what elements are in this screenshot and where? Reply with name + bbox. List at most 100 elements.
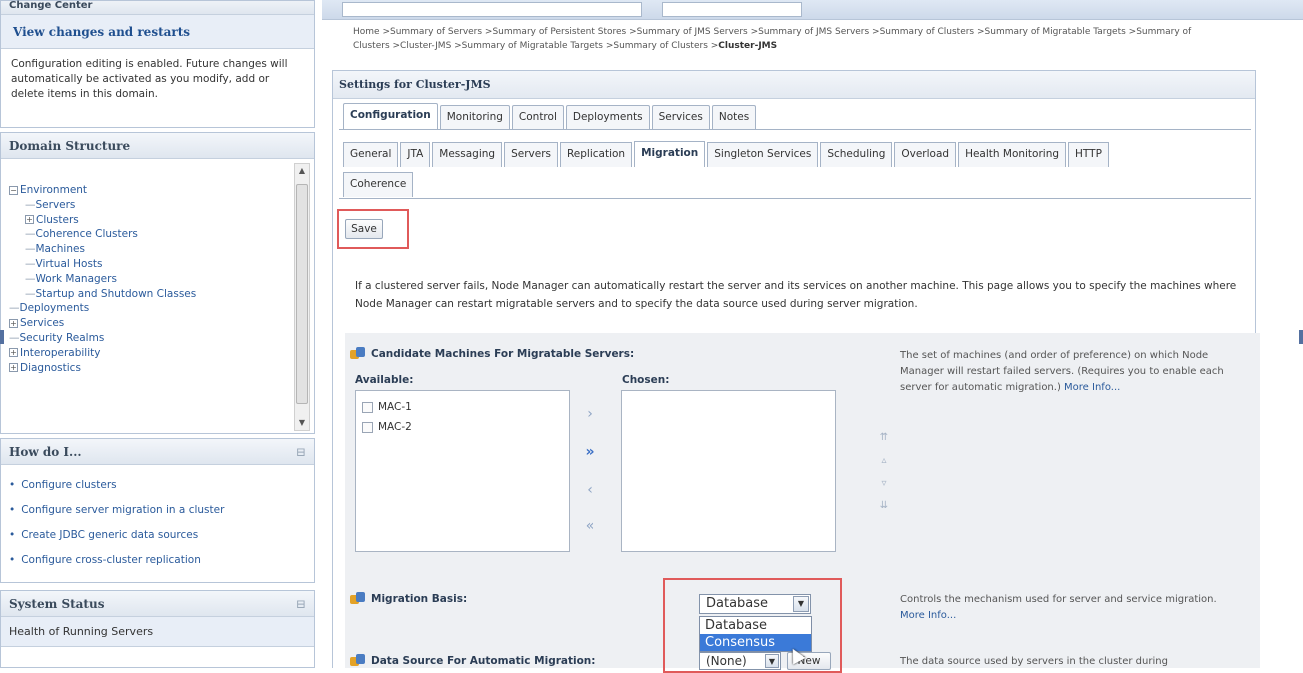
how-do-i-item[interactable]: Create JDBC generic data sources: [9, 523, 314, 548]
subtab-singleton-services[interactable]: Singleton Services: [707, 142, 819, 167]
machine-label: MAC-2: [378, 421, 412, 433]
tab-monitoring[interactable]: Monitoring: [439, 105, 510, 129]
view-changes-link[interactable]: View changes and restarts: [1, 15, 314, 49]
subtab-migration[interactable]: Migration: [634, 141, 706, 167]
breadcrumb-path[interactable]: Clusters >Cluster-JMS >Summary of Migrat…: [353, 41, 718, 51]
tree-scrollbar[interactable]: ▲ ▼: [294, 163, 310, 431]
tree-item[interactable]: + Diagnostics: [9, 361, 287, 376]
move-all-left-icon[interactable]: «: [580, 516, 600, 536]
tree-item-label: Clusters: [36, 213, 79, 226]
page-description: If a clustered server fails, Node Manage…: [355, 280, 1237, 310]
list-item[interactable]: MAC-1: [356, 397, 569, 417]
subtab-general[interactable]: General: [343, 142, 399, 167]
tree-connector: —: [25, 257, 36, 270]
tree-item[interactable]: + Interoperability: [9, 346, 287, 361]
available-label: Available:: [355, 374, 414, 386]
tree-item[interactable]: + Clusters: [9, 213, 287, 228]
expand-node-icon[interactable]: +: [9, 348, 18, 358]
move-bottom-icon[interactable]: ⇊: [878, 500, 890, 511]
how-do-i-item[interactable]: Configure clusters: [9, 473, 314, 498]
move-down-icon[interactable]: ▿: [878, 478, 890, 489]
machine-label: MAC-1: [378, 401, 412, 413]
move-right-icon[interactable]: ›: [580, 404, 600, 424]
how-do-i-title: How do I...: [9, 445, 82, 459]
how-do-i-item[interactable]: Configure cross-cluster replication: [9, 548, 314, 573]
subtab-http[interactable]: HTTP: [1068, 142, 1109, 167]
sub-tabs: General JTA Messaging Servers Replicatio…: [339, 133, 1245, 199]
collapse-icon[interactable]: ⊟: [296, 439, 306, 465]
tree-item[interactable]: —Servers: [9, 198, 287, 213]
expand-node-icon[interactable]: +: [9, 363, 18, 373]
tree-item[interactable]: —Machines: [9, 242, 287, 257]
tab-services[interactable]: Services: [651, 105, 710, 129]
move-all-right-icon[interactable]: »: [580, 442, 600, 462]
subtab-scheduling[interactable]: Scheduling: [820, 142, 893, 167]
tab-notes[interactable]: Notes: [711, 105, 757, 129]
system-status-header: System Status ⊟: [1, 591, 314, 617]
available-list[interactable]: MAC-1 MAC-2: [355, 390, 570, 552]
tab-deployments[interactable]: Deployments: [565, 105, 650, 129]
subtab-replication[interactable]: Replication: [559, 142, 633, 167]
scroll-down-icon[interactable]: ▼: [295, 416, 309, 430]
move-top-icon[interactable]: ⇈: [878, 432, 890, 443]
migration-basis-label: Migration Basis:: [350, 592, 467, 606]
tree-item[interactable]: − Environment: [9, 183, 287, 198]
subtab-servers[interactable]: Servers: [504, 142, 558, 167]
tree-item[interactable]: —Work Managers: [9, 272, 287, 287]
breadcrumb-line: Clusters >Cluster-JMS >Summary of Migrat…: [353, 39, 1253, 53]
subtab-overload[interactable]: Overload: [894, 142, 957, 167]
chosen-label: Chosen:: [622, 374, 670, 386]
tree-connector: —: [25, 198, 36, 211]
chosen-list[interactable]: [621, 390, 836, 552]
toolbar-field[interactable]: [662, 2, 802, 17]
data-source-label: Data Source For Automatic Migration:: [350, 654, 595, 668]
move-up-icon[interactable]: ▵: [878, 455, 890, 466]
collapse-node-icon[interactable]: −: [9, 185, 18, 195]
subtab-jta[interactable]: JTA: [400, 142, 431, 167]
tab-divider: [339, 129, 1251, 130]
tab-control[interactable]: Control: [511, 105, 564, 129]
tree-item[interactable]: —Coherence Clusters: [9, 227, 287, 242]
field-help-icon[interactable]: [350, 347, 366, 361]
change-center-note: Configuration editing is enabled. Future…: [11, 58, 288, 100]
tree-item[interactable]: —Virtual Hosts: [9, 257, 287, 272]
left-edge-marker: [0, 330, 4, 344]
data-source-select[interactable]: (None) ▼: [699, 652, 781, 670]
how-do-i-item[interactable]: Configure server migration in a cluster: [9, 498, 314, 523]
expand-node-icon[interactable]: +: [9, 318, 18, 328]
scroll-thumb[interactable]: [296, 184, 308, 404]
checkbox[interactable]: [362, 421, 373, 433]
candidate-machines-help: The set of machines (and order of prefer…: [900, 348, 1250, 396]
right-edge-marker: [1299, 330, 1303, 344]
subtab-health-monitoring[interactable]: Health Monitoring: [958, 142, 1067, 167]
scroll-up-icon[interactable]: ▲: [295, 164, 309, 178]
field-help-icon[interactable]: [350, 592, 366, 606]
chevron-down-icon[interactable]: ▼: [765, 654, 779, 668]
collapse-icon[interactable]: ⊟: [296, 591, 306, 617]
tree-connector: —: [25, 272, 36, 285]
tree-item[interactable]: + Services: [9, 316, 287, 331]
save-button[interactable]: Save: [345, 219, 383, 239]
tree-item-label: Deployments: [19, 302, 90, 315]
how-do-i-panel: How do I... ⊟ Configure clusters Configu…: [0, 438, 315, 583]
breadcrumb-line[interactable]: Home >Summary of Servers >Summary of Per…: [353, 25, 1253, 39]
domain-structure-panel: Domain Structure − Environment —Servers + Cl…: [0, 132, 315, 434]
data-source-value: (None): [706, 654, 747, 668]
list-item[interactable]: MAC-2: [356, 417, 569, 437]
tree-item[interactable]: —Deployments: [9, 301, 287, 316]
expand-node-icon[interactable]: +: [25, 215, 34, 225]
tree-item[interactable]: —Startup and Shutdown Classes: [9, 287, 287, 302]
tab-configuration[interactable]: Configuration: [343, 103, 438, 129]
toolbar-field[interactable]: [342, 2, 642, 17]
subtab-row-2: Coherence: [343, 171, 414, 197]
subtab-messaging[interactable]: Messaging: [432, 142, 503, 167]
field-help-icon[interactable]: [350, 654, 366, 668]
tree-item[interactable]: —Security Realms: [9, 331, 287, 346]
checkbox[interactable]: [362, 401, 373, 413]
more-info-link[interactable]: More Info...: [900, 610, 956, 621]
move-left-icon[interactable]: ‹: [580, 480, 600, 500]
more-info-link[interactable]: More Info...: [1064, 382, 1120, 393]
tree-item-label: Diagnostics: [20, 361, 81, 374]
tree-item-label: Coherence Clusters: [35, 228, 138, 241]
subtab-coherence[interactable]: Coherence: [343, 172, 414, 197]
